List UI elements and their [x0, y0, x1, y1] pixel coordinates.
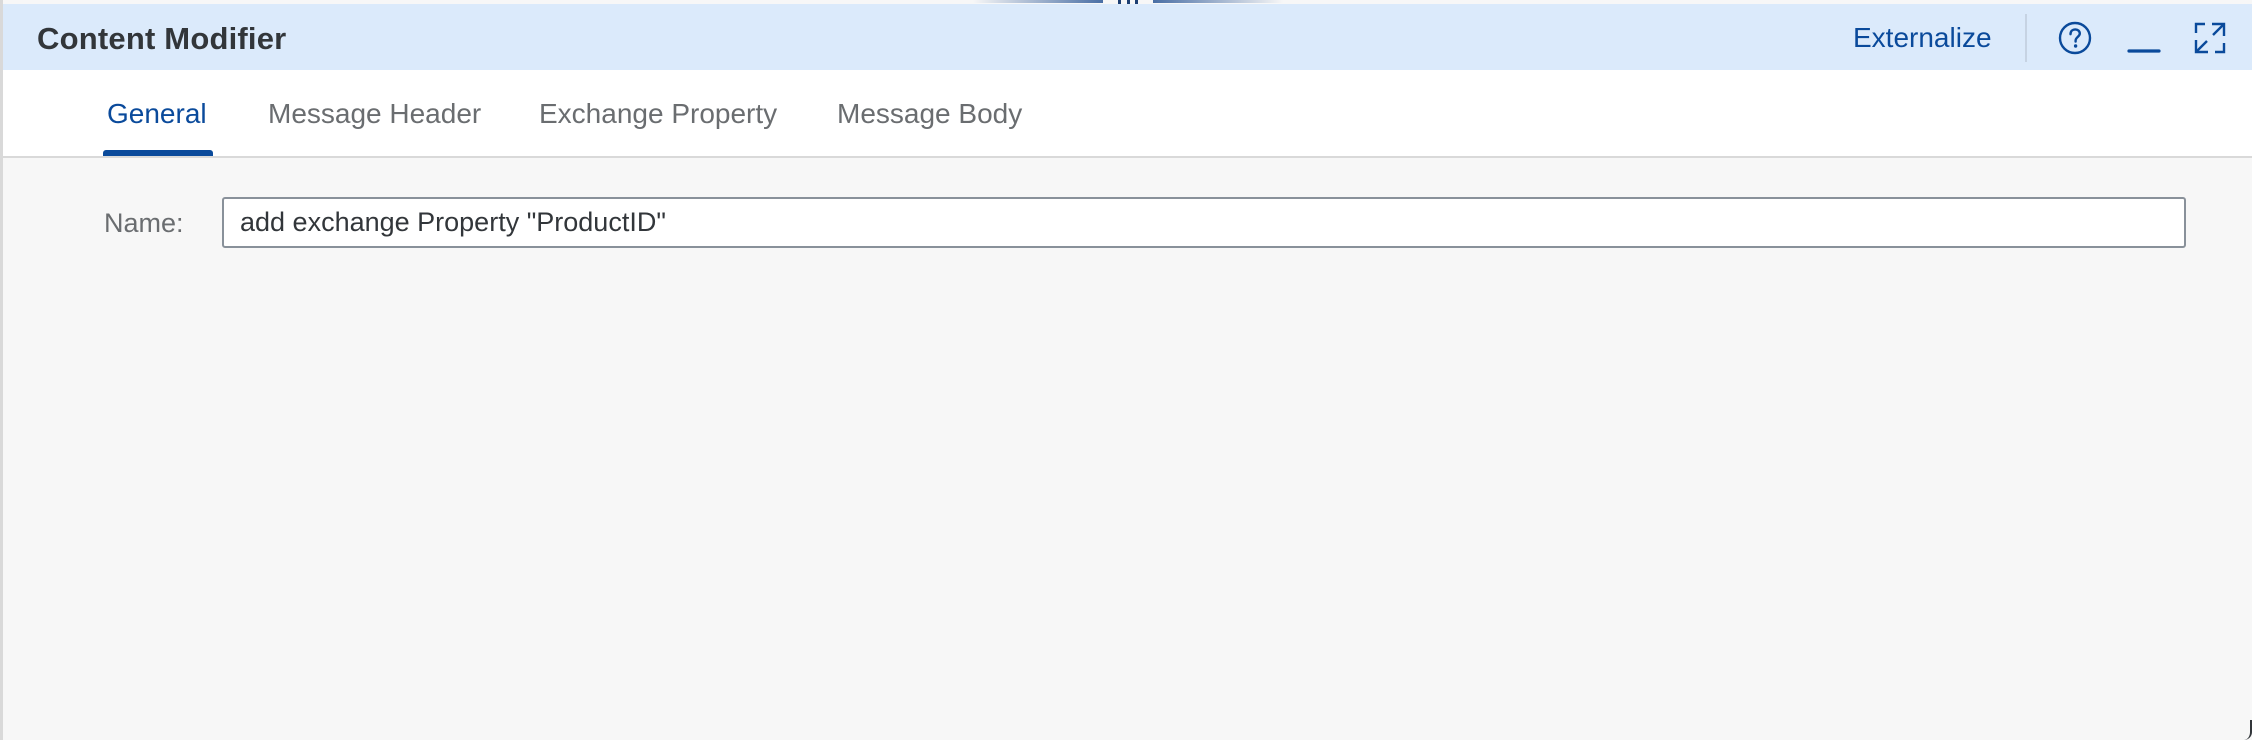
content-modifier-panel: Content Modifier Externalize General Mes…: [0, 0, 2252, 740]
name-input[interactable]: [222, 197, 2186, 248]
minimize-icon: [2127, 49, 2161, 53]
externalize-button[interactable]: Externalize: [1853, 22, 1992, 54]
panel-title: Content Modifier: [37, 21, 287, 56]
resize-bar-left: [973, 0, 1103, 3]
window-corner: [2240, 720, 2252, 740]
panel-header: Content Modifier Externalize: [3, 4, 2252, 70]
help-button[interactable]: [2055, 18, 2095, 58]
tab-exchange-property[interactable]: Exchange Property: [539, 98, 777, 130]
maximize-button[interactable]: [2190, 18, 2230, 58]
tab-general[interactable]: General: [107, 98, 207, 130]
tab-message-body[interactable]: Message Body: [837, 98, 1022, 130]
name-label: Name:: [104, 208, 184, 238]
maximize-icon: [2194, 22, 2226, 54]
minimize-button[interactable]: [2124, 18, 2164, 58]
active-tab-indicator: [103, 150, 213, 156]
header-separator: [2025, 14, 2027, 62]
tab-message-header[interactable]: Message Header: [268, 98, 481, 130]
tab-bar: General Message Header Exchange Property…: [3, 70, 2252, 158]
resize-bar-right: [1153, 0, 1283, 3]
help-circle-icon: [2058, 21, 2092, 55]
